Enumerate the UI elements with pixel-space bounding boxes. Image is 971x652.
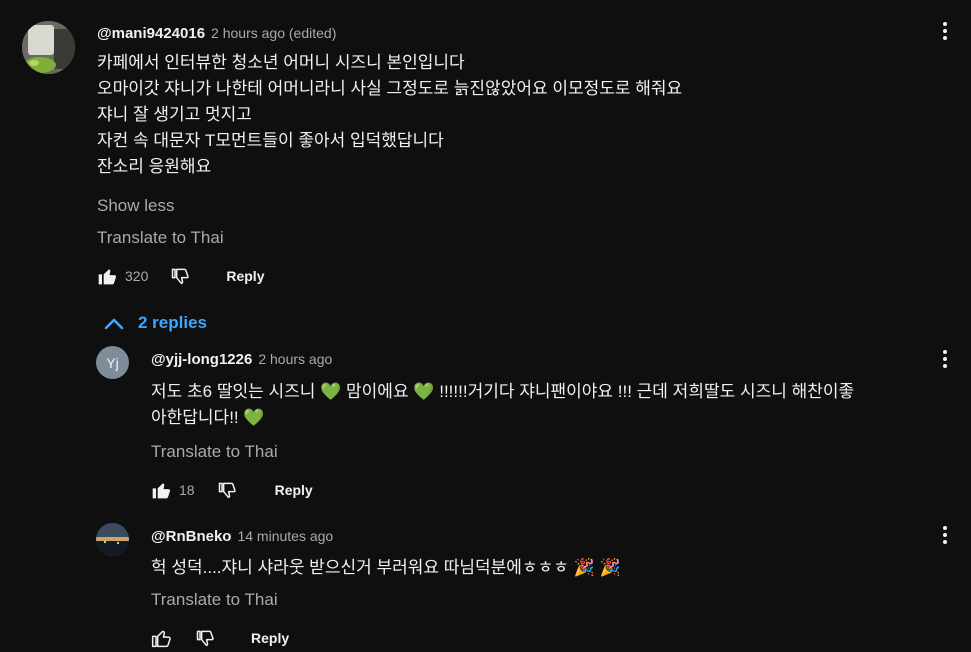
reply-actions: Reply	[151, 628, 289, 648]
avatar[interactable]: Yj	[96, 346, 129, 379]
replies-toggle-button[interactable]: 2 replies	[104, 313, 207, 333]
like-icon[interactable]	[151, 480, 171, 500]
replies-count-label: 2 replies	[138, 313, 207, 332]
comment-line: 오마이갓 쟈니가 나한테 어머니라니 사실 그정도로 늙진않았어요 이모정도로 …	[97, 79, 683, 98]
reply-text: 저도 초6 딸잇는 시즈니	[151, 382, 316, 401]
reply-text: !!!!!!거기다 쟈니팬이야요 !!! 근데 저희딸도 시즈니 해찬이좋	[439, 382, 855, 401]
dislike-icon[interactable]	[170, 266, 190, 286]
reply-text: 헉 성덕....쟈니 샤라웃 받으신거 부러워요 따님덕분에ㅎㅎㅎ	[151, 558, 569, 577]
reply-button[interactable]: Reply	[275, 482, 313, 498]
translate-button[interactable]: Translate to Thai	[151, 442, 278, 462]
comment-actions: 320 Reply	[97, 266, 264, 286]
green-heart-emoji: 💚	[243, 408, 265, 427]
like-count: 18	[179, 482, 195, 498]
green-heart-emoji: 💚	[413, 382, 435, 401]
comment-line: 잔소리 응원해요	[97, 157, 212, 176]
reply-timestamp[interactable]: 14 minutes ago	[237, 528, 333, 544]
avatar-image	[22, 21, 75, 74]
reply-author[interactable]: @RnBneko	[151, 528, 231, 545]
more-options-icon[interactable]	[942, 350, 948, 368]
like-icon[interactable]	[97, 266, 117, 286]
reply-author[interactable]: @yjj-long1226	[151, 351, 252, 368]
reply-button[interactable]: Reply	[251, 630, 289, 646]
comment-line: 카페에서 인터뷰한 청소년 어머니 시즈니 본인입니다	[97, 53, 465, 72]
comment-line: 쟈니 잘 생기고 멋지고	[97, 105, 252, 124]
avatar-initials: Yj	[106, 354, 119, 371]
reply-line: 아한답니다!! 💚	[151, 405, 854, 431]
chevron-up-icon	[104, 316, 124, 330]
reply-actions: 18 Reply	[151, 480, 313, 500]
avatar[interactable]	[96, 523, 129, 556]
comment-timestamp[interactable]: 2 hours ago (edited)	[211, 25, 336, 41]
avatar[interactable]	[22, 21, 75, 74]
green-heart-emoji: 💚	[320, 382, 342, 401]
more-options-icon[interactable]	[942, 22, 948, 40]
party-popper-emoji: 🎉 🎉	[573, 558, 621, 577]
dislike-icon[interactable]	[217, 480, 237, 500]
more-options-icon[interactable]	[942, 526, 948, 544]
comment-line: 자컨 속 대문자 T모먼트들이 좋아서 입덕했답니다	[97, 131, 444, 150]
reply-line: 헉 성덕....쟈니 샤라웃 받으신거 부러워요 따님덕분에ㅎㅎㅎ 🎉 🎉	[151, 555, 621, 581]
dislike-icon[interactable]	[195, 628, 215, 648]
reply-line: 저도 초6 딸잇는 시즈니 💚 맘이에요 💚 !!!!!!거기다 쟈니팬이야요 …	[151, 379, 854, 405]
reply-button[interactable]: Reply	[226, 268, 264, 284]
show-less-button[interactable]: Show less	[97, 196, 174, 216]
reply-header: @RnBneko 14 minutes ago	[151, 528, 333, 545]
avatar-image	[96, 523, 129, 556]
translate-button[interactable]: Translate to Thai	[151, 590, 278, 610]
comment-author[interactable]: @mani9424016	[97, 25, 205, 42]
comment-header: @mani9424016 2 hours ago (edited)	[97, 25, 336, 42]
like-icon[interactable]	[151, 628, 171, 648]
reply-timestamp[interactable]: 2 hours ago	[258, 351, 332, 367]
comment-body: 카페에서 인터뷰한 청소년 어머니 시즈니 본인입니다 오마이갓 쟈니가 나한테…	[97, 50, 682, 180]
reply-body: 헉 성덕....쟈니 샤라웃 받으신거 부러워요 따님덕분에ㅎㅎㅎ 🎉 🎉	[151, 555, 621, 581]
like-count: 320	[125, 268, 149, 284]
translate-button[interactable]: Translate to Thai	[97, 228, 224, 248]
reply-header: @yjj-long1226 2 hours ago	[151, 351, 332, 368]
reply-body: 저도 초6 딸잇는 시즈니 💚 맘이에요 💚 !!!!!!거기다 쟈니팬이야요 …	[151, 379, 854, 431]
reply-text: 맘이에요	[346, 382, 409, 401]
reply-text: 아한답니다!!	[151, 408, 239, 427]
